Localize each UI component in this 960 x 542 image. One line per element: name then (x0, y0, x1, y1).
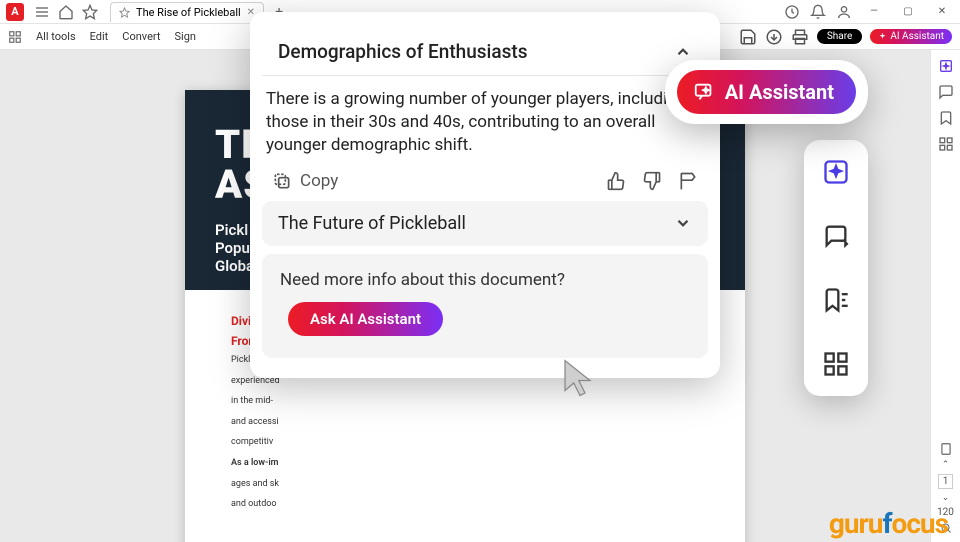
ai-star-dock-icon[interactable] (822, 158, 850, 186)
comment-rail-icon[interactable] (938, 84, 954, 100)
chevron-up-icon (674, 43, 692, 61)
tab-star-icon (119, 7, 130, 18)
chevron-down-icon (674, 214, 692, 232)
section-header-future[interactable]: The Future of Pickleball (278, 213, 692, 234)
ai-assistant-panel: Demographics of Enthusiasts There is a g… (250, 12, 720, 378)
article-paragraph: and outdoo (231, 498, 559, 511)
article-paragraph: competitiv (231, 436, 559, 449)
ai-assistant-big-label: AI Assistant (725, 80, 834, 104)
section-title: The Future of Pickleball (278, 213, 466, 234)
sign-button[interactable]: Sign (175, 30, 196, 43)
section-header-demographics[interactable]: Demographics of Enthusiasts (278, 40, 692, 63)
bookmark-list-dock-icon[interactable] (822, 286, 850, 314)
home-icon[interactable] (58, 4, 74, 20)
bookmark-rail-icon[interactable] (938, 110, 954, 126)
convert-button[interactable]: Convert (122, 30, 160, 43)
copy-label: Copy (300, 171, 338, 191)
chat-dock-icon[interactable] (822, 222, 850, 250)
ai-tools-dock (804, 140, 868, 396)
prompt-text: Need more info about this document? (280, 270, 690, 290)
print-icon[interactable] (791, 28, 809, 46)
cloud-icon[interactable] (784, 4, 800, 20)
edit-button[interactable]: Edit (90, 30, 109, 43)
ai-assistant-big-button[interactable]: AI Assistant (677, 70, 856, 114)
copy-icon (272, 171, 292, 191)
thumbnails-rail-icon[interactable] (938, 136, 954, 152)
chat-sparkle-icon (693, 81, 715, 103)
window-maximize[interactable]: ▢ (896, 4, 920, 20)
ai-star-rail-icon[interactable] (938, 58, 954, 74)
window-close[interactable]: ✕ (930, 4, 954, 20)
grid-icon[interactable] (8, 30, 22, 44)
ai-assistant-toolbar-button[interactable]: AI Assistant (870, 29, 952, 44)
document-tab[interactable]: The Rise of Pickleball ✕ (110, 2, 264, 22)
page-number-input[interactable]: 1 (938, 474, 954, 489)
all-tools-button[interactable]: All tools (36, 30, 76, 43)
article-paragraph: in the mid- (231, 395, 559, 408)
copy-button[interactable]: Copy (272, 171, 338, 191)
section-body-text: There is a growing number of younger pla… (250, 82, 720, 157)
section-title: Demographics of Enthusiasts (278, 40, 528, 63)
avatar-icon[interactable] (836, 4, 852, 20)
ai-assistant-callout: AI Assistant (665, 60, 868, 124)
download-icon[interactable] (765, 28, 783, 46)
save-icon[interactable] (739, 28, 757, 46)
thumbs-down-icon[interactable] (642, 171, 662, 191)
thumbs-up-icon[interactable] (606, 171, 626, 191)
flag-icon[interactable] (678, 171, 698, 191)
page-top-icon[interactable] (939, 442, 953, 456)
acrobat-logo: A (6, 3, 24, 21)
article-paragraph: ages and sk (231, 478, 559, 491)
menu-icon[interactable] (34, 4, 50, 20)
prompt-section: Need more info about this document? Ask … (262, 254, 708, 358)
share-button[interactable]: Share (817, 29, 862, 44)
gurufocus-watermark: gurufocus (829, 507, 948, 540)
right-rail: ⌃ 1 ⌄ 120 (930, 50, 960, 542)
window-minimize[interactable]: — (862, 4, 886, 20)
star-outline-icon[interactable] (82, 4, 98, 20)
tab-title: The Rise of Pickleball (136, 6, 241, 19)
ask-ai-assistant-button[interactable]: Ask AI Assistant (288, 302, 443, 336)
grid-dock-icon[interactable] (822, 350, 850, 378)
article-paragraph: As a low-im (231, 457, 559, 470)
chevron-down-icon[interactable]: ⌄ (942, 493, 950, 503)
article-paragraph: and accessi (231, 416, 559, 429)
chevron-up-icon[interactable]: ⌃ (942, 460, 950, 470)
sparkle-icon (878, 32, 887, 41)
bell-icon[interactable] (810, 4, 826, 20)
